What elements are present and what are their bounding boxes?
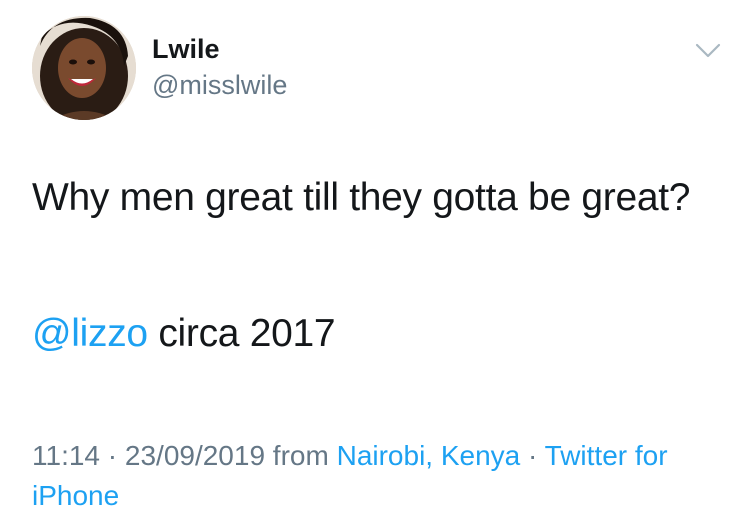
display-name[interactable]: Lwile xyxy=(152,34,220,64)
chevron-down-icon[interactable] xyxy=(694,40,722,60)
mention-link[interactable]: @lizzo xyxy=(32,312,148,355)
from-label: from xyxy=(265,440,337,471)
meta-separator: · xyxy=(100,440,125,471)
tweet-mention-line: @lizzo circa 2017 xyxy=(32,302,722,366)
location-link[interactable]: Nairobi, Kenya xyxy=(337,440,521,471)
user-handle[interactable]: @misslwile xyxy=(152,70,287,100)
avatar[interactable] xyxy=(32,16,136,120)
tweet-card: Lwile @misslwile Why men great till they… xyxy=(0,0,750,530)
tweet-time: 11:14 xyxy=(32,440,100,471)
meta-separator: · xyxy=(520,440,545,471)
tweet-body: Why men great till they gotta be great? xyxy=(32,176,691,219)
tweet-date: 23/09/2019 xyxy=(124,440,266,471)
avatar-image xyxy=(32,16,136,120)
tweet-text: Why men great till they gotta be great? xyxy=(32,166,722,230)
tweet-meta: 11:14 · 23/09/2019 from Nairobi, Kenya ·… xyxy=(32,436,722,516)
mention-suffix: circa 2017 xyxy=(147,312,336,355)
